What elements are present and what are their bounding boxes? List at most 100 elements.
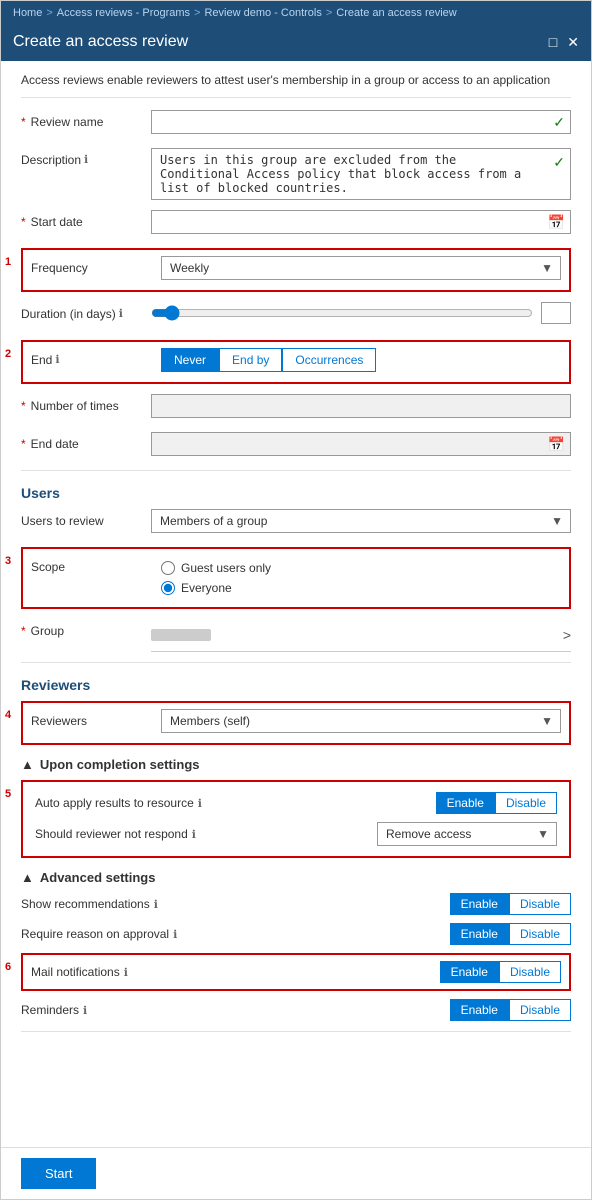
close-icon[interactable]: ✕ <box>567 34 579 51</box>
completion-heading: Upon completion settings <box>40 757 200 772</box>
breadcrumb-programs[interactable]: Access reviews - Programs <box>57 7 190 19</box>
frequency-label: Frequency <box>31 256 161 275</box>
scope-row: Scope Guest users only Everyone <box>31 555 561 601</box>
require-reason-enable-button[interactable]: Enable <box>450 923 509 945</box>
require-reason-label: Require reason on approval ℹ <box>21 927 177 941</box>
scope-everyone-label: Everyone <box>181 581 232 595</box>
number-of-times-label: * Number of times <box>21 394 151 413</box>
mail-notif-section: 6 Mail notifications ℹ Enable Disable <box>21 953 571 991</box>
breadcrumb-sep-3: > <box>326 7 332 19</box>
title-bar-icons: □ ✕ <box>549 34 579 51</box>
show-rec-toggle: Enable Disable <box>450 893 571 915</box>
reviewers-heading: Reviewers <box>21 677 571 693</box>
reviewers-select[interactable]: Members (self) Selected reviewers Manage… <box>161 709 561 733</box>
description-control: Users in this group are excluded from th… <box>151 148 571 200</box>
scope-label: Scope <box>31 555 161 574</box>
advanced-collapse-icon: ▲ <box>21 870 34 885</box>
users-to-review-select-wrapper: Members of a group Assigned to an applic… <box>151 509 571 533</box>
frequency-box: Frequency Weekly Monthly Quarterly Semi-… <box>21 248 571 292</box>
show-rec-disable-button[interactable]: Disable <box>509 893 571 915</box>
number-of-times-control: 0 <box>151 394 571 418</box>
mail-notif-enable-button[interactable]: Enable <box>440 961 499 983</box>
section-label-5: 5 <box>5 788 11 800</box>
review-name-control: Access from blocked countries ✓ <box>151 110 571 134</box>
users-heading: Users <box>21 485 571 501</box>
mail-notif-disable-button[interactable]: Disable <box>499 961 561 983</box>
auto-apply-info-icon[interactable]: ℹ <box>198 797 202 810</box>
users-to-review-select[interactable]: Members of a group Assigned to an applic… <box>151 509 571 533</box>
reminders-info-icon[interactable]: ℹ <box>83 1004 87 1017</box>
frequency-select[interactable]: Weekly Monthly Quarterly Semi-annually A… <box>161 256 561 280</box>
end-never-button[interactable]: Never <box>161 348 219 372</box>
start-button[interactable]: Start <box>21 1158 96 1189</box>
not-respond-info-icon[interactable]: ℹ <box>192 828 196 841</box>
show-rec-label: Show recommendations ℹ <box>21 897 158 911</box>
maximize-icon[interactable]: □ <box>549 34 557 50</box>
number-of-times-input[interactable]: 0 <box>151 394 571 418</box>
calendar-icon[interactable]: 📅 <box>548 214 565 231</box>
description-input[interactable]: Users in this group are excluded from th… <box>151 148 571 200</box>
scope-everyone-option[interactable]: Everyone <box>161 581 561 595</box>
auto-apply-enable-button[interactable]: Enable <box>436 792 495 814</box>
group-chevron-icon: > <box>563 627 571 643</box>
duration-info-icon[interactable]: ℹ <box>119 307 123 320</box>
page-title: Create an access review <box>13 33 188 51</box>
reminders-row: Reminders ℹ Enable Disable <box>21 999 571 1021</box>
duration-slider[interactable] <box>151 305 533 321</box>
mail-notif-label: Mail notifications ℹ <box>31 965 128 979</box>
show-rec-info-icon[interactable]: ℹ <box>154 898 158 911</box>
completion-section: 5 Auto apply results to resource ℹ Enabl… <box>21 780 571 858</box>
advanced-heading: Advanced settings <box>40 870 156 885</box>
main-window: Home > Access reviews - Programs > Revie… <box>0 0 592 1200</box>
end-date-control: 2018-10-04 📅 <box>151 432 571 456</box>
description-row: Description ℹ Users in this group are ex… <box>21 148 571 200</box>
scope-guest-radio[interactable] <box>161 561 175 575</box>
reviewers-control: Members (self) Selected reviewers Manage… <box>161 709 561 733</box>
reviewers-select-wrapper: Members (self) Selected reviewers Manage… <box>161 709 561 733</box>
auto-apply-row: Auto apply results to resource ℹ Enable … <box>35 792 557 814</box>
show-rec-enable-button[interactable]: Enable <box>450 893 509 915</box>
reminders-disable-button[interactable]: Disable <box>509 999 571 1021</box>
users-to-review-row: Users to review Members of a group Assig… <box>21 509 571 537</box>
reviewers-box: Reviewers Members (self) Selected review… <box>21 701 571 745</box>
breadcrumb-home[interactable]: Home <box>13 7 42 19</box>
form-content: Access reviews enable reviewers to attes… <box>1 61 591 1147</box>
completion-header[interactable]: ▲ Upon completion settings <box>21 757 571 772</box>
auto-apply-disable-button[interactable]: Disable <box>495 792 557 814</box>
end-by-button[interactable]: End by <box>219 348 282 372</box>
frequency-section: 1 Frequency Weekly Monthly Quarterly Sem… <box>21 248 571 292</box>
frequency-row: Frequency Weekly Monthly Quarterly Semi-… <box>31 256 561 284</box>
require-reason-info-icon[interactable]: ℹ <box>173 928 177 941</box>
start-date-label: * Start date <box>21 210 151 229</box>
description-info-icon[interactable]: ℹ <box>84 153 88 166</box>
start-date-input[interactable]: 2018-09-04 <box>151 210 571 234</box>
footer-bar: Start <box>1 1147 591 1199</box>
mail-notif-info-icon[interactable]: ℹ <box>124 966 128 979</box>
not-respond-label: Should reviewer not respond ℹ <box>35 827 196 841</box>
start-date-control: 2018-09-04 📅 <box>151 210 571 234</box>
end-date-input[interactable]: 2018-10-04 <box>151 432 571 456</box>
scope-guest-label: Guest users only <box>181 561 271 575</box>
duration-value-input[interactable]: 2 <box>541 302 571 324</box>
advanced-header[interactable]: ▲ Advanced settings <box>21 870 571 885</box>
review-name-input[interactable]: Access from blocked countries <box>151 110 571 134</box>
breadcrumb-sep-1: > <box>46 7 52 19</box>
auto-apply-toggle: Enable Disable <box>436 792 557 814</box>
require-reason-disable-button[interactable]: Disable <box>509 923 571 945</box>
end-info-icon[interactable]: ℹ <box>55 353 59 366</box>
end-box: End ℹ Never End by Occurrences <box>21 340 571 384</box>
not-respond-select[interactable]: Remove access Approve access Take recomm… <box>377 822 557 846</box>
section-label-3: 3 <box>5 555 11 567</box>
scope-everyone-radio[interactable] <box>161 581 175 595</box>
breadcrumb-controls[interactable]: Review demo - Controls <box>204 7 321 19</box>
end-occurrences-button[interactable]: Occurrences <box>282 348 376 372</box>
group-selector[interactable]: > <box>151 619 571 652</box>
group-blurred-value <box>151 629 211 641</box>
scope-guest-option[interactable]: Guest users only <box>161 561 561 575</box>
users-to-review-label: Users to review <box>21 509 151 528</box>
description-check-icon: ✓ <box>553 154 565 171</box>
auto-apply-label: Auto apply results to resource ℹ <box>35 796 202 810</box>
end-date-calendar-icon[interactable]: 📅 <box>548 436 565 453</box>
description-label: Description ℹ <box>21 148 151 167</box>
reminders-enable-button[interactable]: Enable <box>450 999 509 1021</box>
